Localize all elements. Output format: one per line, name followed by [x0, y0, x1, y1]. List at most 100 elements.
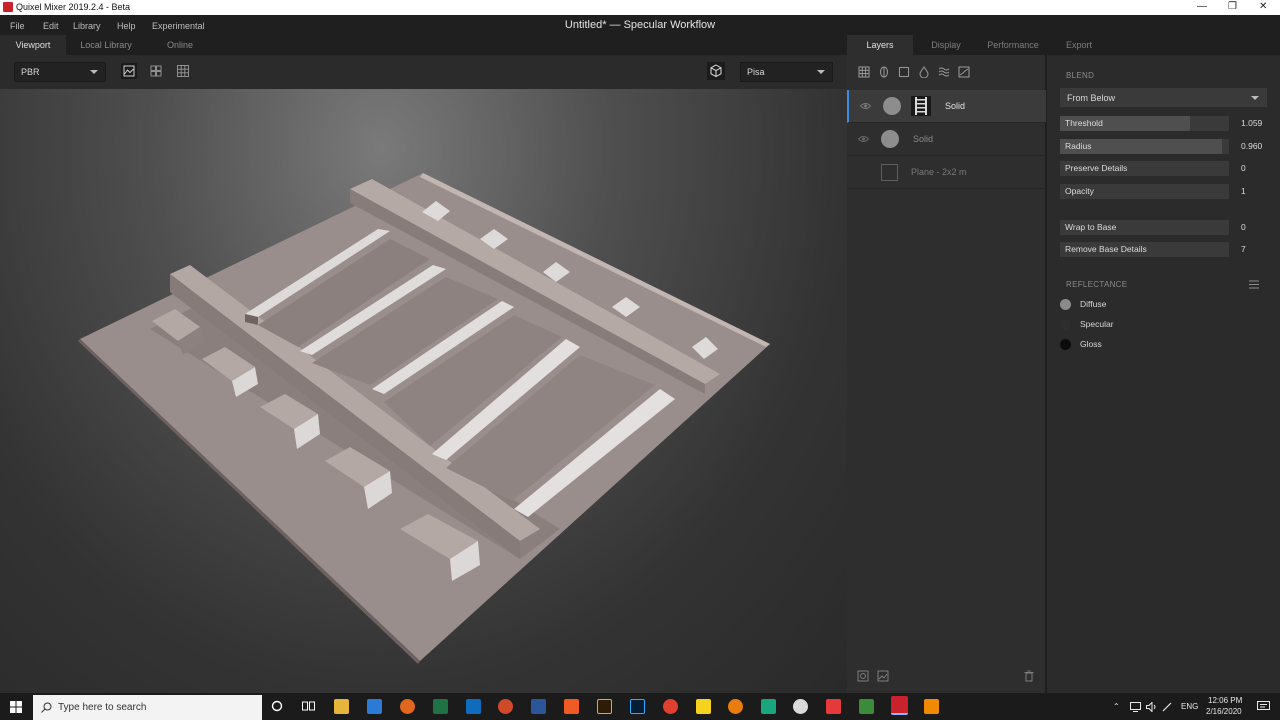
vlc-icon[interactable]: [924, 699, 939, 714]
eye-icon[interactable]: [858, 135, 869, 143]
unreal-engine-icon[interactable]: [793, 699, 808, 714]
word-icon[interactable]: [531, 699, 546, 714]
minimize-button[interactable]: —: [1197, 1, 1207, 12]
app-title: Quixel Mixer 2019.2.4 - Beta: [16, 2, 131, 12]
menu-experimental[interactable]: Experimental: [152, 21, 205, 31]
tab-export[interactable]: Export: [1049, 35, 1109, 55]
powerpoint-icon[interactable]: [498, 699, 513, 714]
menu-file[interactable]: File: [10, 21, 25, 31]
brave-icon[interactable]: [564, 699, 579, 714]
substance-icon[interactable]: [826, 699, 841, 714]
cortana-icon[interactable]: [271, 700, 283, 712]
menu-help[interactable]: Help: [117, 21, 136, 31]
wrap-to-base-slider[interactable]: Wrap to Base: [1060, 220, 1229, 235]
layer-name: Solid: [913, 134, 934, 144]
specular-swatch[interactable]: [1060, 319, 1071, 330]
windows-start-icon[interactable]: [10, 701, 22, 713]
tab-performance[interactable]: Performance: [979, 35, 1047, 55]
tab-online[interactable]: Online: [150, 35, 210, 55]
volume-icon[interactable]: [1146, 702, 1157, 712]
drop-icon[interactable]: [918, 66, 930, 78]
threshold-value[interactable]: 1.059: [1241, 116, 1271, 131]
close-button[interactable]: ✕: [1259, 1, 1267, 12]
layer-row[interactable]: Plane - 2x2 m: [847, 156, 1046, 189]
clock-time[interactable]: 12:06 PM: [1208, 696, 1242, 705]
blender-icon[interactable]: [728, 699, 743, 714]
threshold-label: Threshold: [1065, 118, 1103, 128]
solid-layer-icon[interactable]: [898, 66, 910, 78]
diffuse-swatch[interactable]: [1060, 299, 1071, 310]
threshold-slider[interactable]: Threshold: [1060, 116, 1229, 131]
trash-icon[interactable]: [1023, 670, 1035, 682]
reflectance-section-header: REFLECTANCE: [1066, 280, 1128, 289]
title-bar: Quixel Mixer 2019.2.4 - Beta — ❐ ✕: [0, 0, 1280, 15]
task-view-icon[interactable]: [302, 700, 315, 712]
curve-icon[interactable]: [958, 66, 970, 78]
properties-panel: BLEND From Below Threshold 1.059 Radius …: [1047, 55, 1280, 693]
layers-panel: Solid Solid Plane - 2x2 m: [847, 55, 1046, 693]
grid-2x2-icon[interactable]: [148, 63, 164, 79]
blend-mode-dropdown[interactable]: From Below: [1060, 88, 1267, 107]
eye-icon[interactable]: [860, 102, 871, 110]
remove-base-details-slider[interactable]: Remove Base Details: [1060, 242, 1229, 257]
tab-display[interactable]: Display: [915, 35, 977, 55]
excel-icon[interactable]: [433, 699, 448, 714]
language-indicator[interactable]: ENG: [1181, 702, 1198, 711]
radius-value[interactable]: 0.960: [1241, 139, 1271, 154]
render-mode-dropdown[interactable]: PBR: [14, 62, 106, 82]
rail-track-mesh-render: [78, 173, 770, 664]
chrome-icon[interactable]: [663, 699, 678, 714]
tab-local-library[interactable]: Local Library: [70, 35, 142, 55]
add-mask-icon[interactable]: [877, 670, 889, 682]
tab-layers[interactable]: Layers: [847, 35, 913, 55]
base-layer-thumbnail: [881, 164, 898, 181]
firefox-icon[interactable]: [400, 699, 415, 714]
grid-3x3-icon[interactable]: [175, 63, 191, 79]
image-viewer-icon[interactable]: [859, 699, 874, 714]
3d-viewport[interactable]: [0, 89, 847, 693]
surface-layer-icon[interactable]: [858, 66, 870, 78]
menu-icon[interactable]: [1249, 280, 1259, 289]
opacity-slider[interactable]: Opacity: [1060, 184, 1229, 199]
clock-date[interactable]: 2/16/2020: [1206, 707, 1242, 716]
radius-label: Radius: [1065, 141, 1092, 151]
wrap-to-base-value[interactable]: 0: [1241, 220, 1271, 235]
store-icon[interactable]: [367, 699, 382, 714]
preserve-details-slider[interactable]: Preserve Details: [1060, 161, 1229, 176]
layer-row[interactable]: Solid: [847, 90, 1046, 123]
waves-icon[interactable]: [938, 66, 950, 78]
quixel-mixer-logo-icon: [3, 2, 13, 12]
layer-row[interactable]: Solid: [847, 123, 1046, 156]
sticky-notes-icon[interactable]: [696, 699, 711, 714]
remove-base-details-value[interactable]: 7: [1241, 242, 1271, 257]
environment-dropdown[interactable]: Pisa: [740, 62, 833, 82]
mixer-m-icon[interactable]: [761, 699, 776, 714]
opacity-value[interactable]: 1: [1241, 184, 1271, 199]
layer-name: Plane - 2x2 m: [911, 167, 967, 177]
network-icon[interactable]: [1130, 702, 1141, 712]
viewport-tab-bar: Viewport Local Library Online: [0, 35, 847, 55]
tray-overflow-icon[interactable]: ⌃: [1113, 702, 1120, 711]
photoshop-icon[interactable]: [630, 699, 645, 714]
menu-bar: File Edit Library Help Experimental Unti…: [0, 15, 1280, 35]
blend-mode-value: From Below: [1067, 93, 1116, 103]
outlook-icon[interactable]: [466, 699, 481, 714]
tab-viewport[interactable]: Viewport: [0, 35, 66, 55]
maximize-button[interactable]: ❐: [1228, 1, 1237, 12]
add-layer-icon[interactable]: [857, 670, 869, 682]
menu-edit[interactable]: Edit: [43, 21, 59, 31]
gloss-swatch[interactable]: [1060, 339, 1071, 350]
illustrator-icon[interactable]: [597, 699, 612, 714]
leaf-icon[interactable]: [878, 66, 890, 78]
image-view-icon[interactable]: [121, 63, 137, 79]
menu-library[interactable]: Library: [73, 21, 101, 31]
radius-slider[interactable]: Radius: [1060, 139, 1229, 154]
notifications-icon[interactable]: [1257, 701, 1270, 712]
chevron-down-icon: [1251, 96, 1259, 100]
preserve-details-value[interactable]: 0: [1241, 161, 1271, 176]
taskbar-search-box[interactable]: Type here to search: [33, 695, 262, 720]
quixel-mixer-taskbar-icon[interactable]: [891, 696, 908, 715]
cube-icon[interactable]: [707, 62, 725, 80]
file-explorer-icon[interactable]: [334, 699, 349, 714]
pen-icon[interactable]: [1162, 702, 1173, 712]
